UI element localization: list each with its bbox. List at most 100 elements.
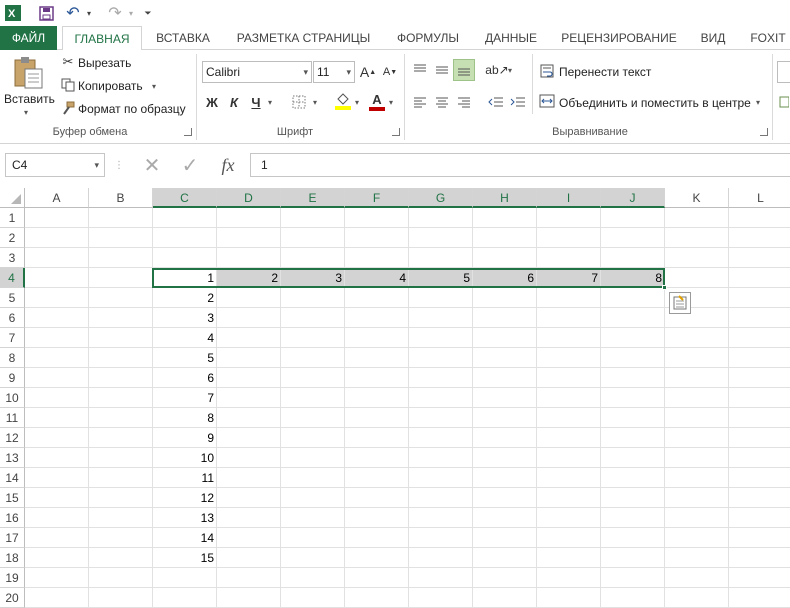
cell-a2[interactable] bbox=[25, 228, 89, 248]
cell-a15[interactable] bbox=[25, 488, 89, 508]
cell-j6[interactable] bbox=[601, 308, 665, 328]
cell-f18[interactable] bbox=[345, 548, 409, 568]
cell-a1[interactable] bbox=[25, 208, 89, 228]
cell-i12[interactable] bbox=[537, 428, 601, 448]
cell-g2[interactable] bbox=[409, 228, 473, 248]
font-size-select[interactable]: 11 ▾ bbox=[313, 61, 355, 83]
cell-k2[interactable] bbox=[665, 228, 729, 248]
cell-h11[interactable] bbox=[473, 408, 537, 428]
increase-indent-icon[interactable] bbox=[508, 92, 528, 112]
merge-center-button[interactable]: Объединить и поместить в центре bbox=[559, 96, 751, 110]
cell-l14[interactable] bbox=[729, 468, 790, 488]
cell-d20[interactable] bbox=[217, 588, 281, 608]
cell-b17[interactable] bbox=[89, 528, 153, 548]
cell-b1[interactable] bbox=[89, 208, 153, 228]
cell-f10[interactable] bbox=[345, 388, 409, 408]
cell-k16[interactable] bbox=[665, 508, 729, 528]
wrap-text-icon[interactable] bbox=[538, 62, 556, 80]
cell-g15[interactable] bbox=[409, 488, 473, 508]
cell-d7[interactable] bbox=[217, 328, 281, 348]
cell-l12[interactable] bbox=[729, 428, 790, 448]
row-header-8[interactable]: 8 bbox=[0, 348, 25, 368]
cell-l13[interactable] bbox=[729, 448, 790, 468]
cell-l9[interactable] bbox=[729, 368, 790, 388]
cell-i9[interactable] bbox=[537, 368, 601, 388]
cell-k19[interactable] bbox=[665, 568, 729, 588]
cell-d3[interactable] bbox=[217, 248, 281, 268]
cell-b5[interactable] bbox=[89, 288, 153, 308]
customize-toolbar-icon[interactable]: ⏷ bbox=[142, 3, 154, 23]
cell-j17[interactable] bbox=[601, 528, 665, 548]
tab-file[interactable]: ФАЙЛ bbox=[0, 26, 57, 50]
row-header-17[interactable]: 17 bbox=[0, 528, 25, 548]
row-header-15[interactable]: 15 bbox=[0, 488, 25, 508]
cell-l8[interactable] bbox=[729, 348, 790, 368]
cell-c12[interactable]: 9 bbox=[153, 428, 217, 448]
cell-e11[interactable] bbox=[281, 408, 345, 428]
cell-l10[interactable] bbox=[729, 388, 790, 408]
cell-b20[interactable] bbox=[89, 588, 153, 608]
cell-c10[interactable]: 7 bbox=[153, 388, 217, 408]
cell-j7[interactable] bbox=[601, 328, 665, 348]
font-name-select[interactable]: Calibri ▾ bbox=[202, 61, 312, 83]
cut-icon[interactable]: ✂ bbox=[60, 54, 76, 70]
cell-c2[interactable] bbox=[153, 228, 217, 248]
cell-e15[interactable] bbox=[281, 488, 345, 508]
cell-i19[interactable] bbox=[537, 568, 601, 588]
cell-h14[interactable] bbox=[473, 468, 537, 488]
cell-b19[interactable] bbox=[89, 568, 153, 588]
insert-function-icon[interactable]: fx bbox=[214, 153, 242, 177]
column-header-c[interactable]: C bbox=[153, 188, 217, 208]
cell-g19[interactable] bbox=[409, 568, 473, 588]
cell-g6[interactable] bbox=[409, 308, 473, 328]
cell-e9[interactable] bbox=[281, 368, 345, 388]
row-header-2[interactable]: 2 bbox=[0, 228, 25, 248]
formula-input[interactable]: 1 bbox=[250, 153, 790, 177]
cell-j16[interactable] bbox=[601, 508, 665, 528]
cell-i1[interactable] bbox=[537, 208, 601, 228]
cell-c15[interactable]: 12 bbox=[153, 488, 217, 508]
row-header-9[interactable]: 9 bbox=[0, 368, 25, 388]
cell-i14[interactable] bbox=[537, 468, 601, 488]
cell-a6[interactable] bbox=[25, 308, 89, 328]
cell-d9[interactable] bbox=[217, 368, 281, 388]
cell-c9[interactable]: 6 bbox=[153, 368, 217, 388]
merge-dropdown-icon[interactable]: ▾ bbox=[756, 98, 760, 107]
cell-j5[interactable] bbox=[601, 288, 665, 308]
cell-j15[interactable] bbox=[601, 488, 665, 508]
cell-g18[interactable] bbox=[409, 548, 473, 568]
cell-a7[interactable] bbox=[25, 328, 89, 348]
cell-a18[interactable] bbox=[25, 548, 89, 568]
save-icon[interactable] bbox=[36, 3, 56, 23]
cell-b18[interactable] bbox=[89, 548, 153, 568]
cell-l19[interactable] bbox=[729, 568, 790, 588]
borders-dropdown-icon[interactable]: ▾ bbox=[313, 98, 317, 107]
cell-c8[interactable]: 5 bbox=[153, 348, 217, 368]
cell-f15[interactable] bbox=[345, 488, 409, 508]
cell-c5[interactable]: 2 bbox=[153, 288, 217, 308]
cell-d16[interactable] bbox=[217, 508, 281, 528]
cell-c17[interactable]: 14 bbox=[153, 528, 217, 548]
cell-a10[interactable] bbox=[25, 388, 89, 408]
cell-l7[interactable] bbox=[729, 328, 790, 348]
cell-g16[interactable] bbox=[409, 508, 473, 528]
orientation-dropdown-icon[interactable]: ▾ bbox=[508, 66, 512, 75]
cell-h5[interactable] bbox=[473, 288, 537, 308]
row-header-18[interactable]: 18 bbox=[0, 548, 25, 568]
cell-c3[interactable] bbox=[153, 248, 217, 268]
column-header-b[interactable]: B bbox=[89, 188, 153, 208]
grow-font-icon[interactable]: A ▲ bbox=[360, 62, 376, 82]
currency-icon[interactable] bbox=[778, 92, 790, 112]
cell-f19[interactable] bbox=[345, 568, 409, 588]
cell-i11[interactable] bbox=[537, 408, 601, 428]
tab-view[interactable]: ВИД bbox=[692, 26, 734, 50]
decrease-indent-icon[interactable] bbox=[486, 92, 506, 112]
cell-b7[interactable] bbox=[89, 328, 153, 348]
cell-d12[interactable] bbox=[217, 428, 281, 448]
cell-h3[interactable] bbox=[473, 248, 537, 268]
cell-e2[interactable] bbox=[281, 228, 345, 248]
cell-k11[interactable] bbox=[665, 408, 729, 428]
cell-i5[interactable] bbox=[537, 288, 601, 308]
cell-l17[interactable] bbox=[729, 528, 790, 548]
cell-b2[interactable] bbox=[89, 228, 153, 248]
